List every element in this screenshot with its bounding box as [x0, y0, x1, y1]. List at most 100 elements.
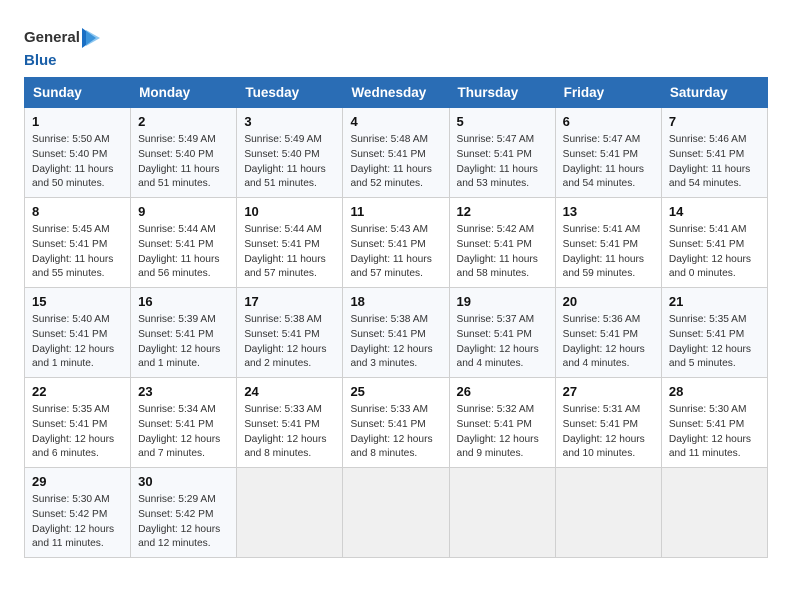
day-number: 12	[457, 203, 548, 222]
calendar-week-row: 22Sunrise: 5:35 AMSunset: 5:41 PMDayligh…	[25, 378, 768, 468]
weekday-header-sunday: Sunday	[25, 78, 131, 108]
day-number: 1	[32, 113, 123, 132]
calendar-day-empty	[449, 468, 555, 558]
daylight-info: Daylight: 12 hours and 4 minutes.	[457, 343, 548, 373]
calendar-day-16: 16Sunrise: 5:39 AMSunset: 5:41 PMDayligh…	[131, 288, 237, 378]
sunrise-info: Sunrise: 5:47 AM	[457, 133, 548, 148]
calendar-day-18: 18Sunrise: 5:38 AMSunset: 5:41 PMDayligh…	[343, 288, 449, 378]
weekday-header-monday: Monday	[131, 78, 237, 108]
calendar-day-19: 19Sunrise: 5:37 AMSunset: 5:41 PMDayligh…	[449, 288, 555, 378]
calendar-day-7: 7Sunrise: 5:46 AMSunset: 5:41 PMDaylight…	[661, 108, 767, 198]
day-number: 20	[563, 293, 654, 312]
daylight-info: Daylight: 11 hours and 52 minutes.	[350, 163, 441, 193]
sunset-info: Sunset: 5:41 PM	[138, 238, 229, 253]
sunrise-info: Sunrise: 5:37 AM	[457, 313, 548, 328]
calendar-day-empty	[237, 468, 343, 558]
sunset-info: Sunset: 5:41 PM	[138, 418, 229, 433]
sunset-info: Sunset: 5:42 PM	[138, 508, 229, 523]
daylight-info: Daylight: 11 hours and 51 minutes.	[244, 163, 335, 193]
daylight-info: Daylight: 12 hours and 9 minutes.	[457, 433, 548, 463]
daylight-info: Daylight: 12 hours and 0 minutes.	[669, 253, 760, 283]
day-number: 30	[138, 473, 229, 492]
daylight-info: Daylight: 11 hours and 50 minutes.	[32, 163, 123, 193]
daylight-info: Daylight: 12 hours and 11 minutes.	[669, 433, 760, 463]
calendar-day-empty	[555, 468, 661, 558]
sunset-info: Sunset: 5:41 PM	[457, 328, 548, 343]
calendar-day-28: 28Sunrise: 5:30 AMSunset: 5:41 PMDayligh…	[661, 378, 767, 468]
sunrise-info: Sunrise: 5:41 AM	[669, 223, 760, 238]
sunset-info: Sunset: 5:41 PM	[563, 328, 654, 343]
calendar-day-3: 3Sunrise: 5:49 AMSunset: 5:40 PMDaylight…	[237, 108, 343, 198]
day-number: 28	[669, 383, 760, 402]
daylight-info: Daylight: 11 hours and 58 minutes.	[457, 253, 548, 283]
weekday-header-saturday: Saturday	[661, 78, 767, 108]
calendar-day-17: 17Sunrise: 5:38 AMSunset: 5:41 PMDayligh…	[237, 288, 343, 378]
day-number: 15	[32, 293, 123, 312]
calendar-day-21: 21Sunrise: 5:35 AMSunset: 5:41 PMDayligh…	[661, 288, 767, 378]
day-number: 21	[669, 293, 760, 312]
day-number: 3	[244, 113, 335, 132]
calendar-day-6: 6Sunrise: 5:47 AMSunset: 5:41 PMDaylight…	[555, 108, 661, 198]
daylight-info: Daylight: 11 hours and 53 minutes.	[457, 163, 548, 193]
sunrise-info: Sunrise: 5:43 AM	[350, 223, 441, 238]
sunrise-info: Sunrise: 5:30 AM	[669, 403, 760, 418]
daylight-info: Daylight: 12 hours and 1 minute.	[32, 343, 123, 373]
calendar-day-10: 10Sunrise: 5:44 AMSunset: 5:41 PMDayligh…	[237, 198, 343, 288]
day-number: 13	[563, 203, 654, 222]
calendar-day-9: 9Sunrise: 5:44 AMSunset: 5:41 PMDaylight…	[131, 198, 237, 288]
calendar-day-26: 26Sunrise: 5:32 AMSunset: 5:41 PMDayligh…	[449, 378, 555, 468]
calendar-week-row: 8Sunrise: 5:45 AMSunset: 5:41 PMDaylight…	[25, 198, 768, 288]
calendar-day-30: 30Sunrise: 5:29 AMSunset: 5:42 PMDayligh…	[131, 468, 237, 558]
calendar-week-row: 15Sunrise: 5:40 AMSunset: 5:41 PMDayligh…	[25, 288, 768, 378]
calendar-week-row: 29Sunrise: 5:30 AMSunset: 5:42 PMDayligh…	[25, 468, 768, 558]
day-number: 5	[457, 113, 548, 132]
day-number: 2	[138, 113, 229, 132]
sunset-info: Sunset: 5:41 PM	[32, 328, 123, 343]
weekday-header-tuesday: Tuesday	[237, 78, 343, 108]
day-number: 24	[244, 383, 335, 402]
weekday-header-friday: Friday	[555, 78, 661, 108]
daylight-info: Daylight: 11 hours and 56 minutes.	[138, 253, 229, 283]
day-number: 22	[32, 383, 123, 402]
sunrise-info: Sunrise: 5:48 AM	[350, 133, 441, 148]
sunset-info: Sunset: 5:40 PM	[138, 148, 229, 163]
sunrise-info: Sunrise: 5:33 AM	[244, 403, 335, 418]
sunrise-info: Sunrise: 5:49 AM	[138, 133, 229, 148]
day-number: 9	[138, 203, 229, 222]
day-number: 17	[244, 293, 335, 312]
sunrise-info: Sunrise: 5:32 AM	[457, 403, 548, 418]
logo-triangle-icon	[82, 24, 100, 52]
daylight-info: Daylight: 12 hours and 5 minutes.	[669, 343, 760, 373]
calendar-day-23: 23Sunrise: 5:34 AMSunset: 5:41 PMDayligh…	[131, 378, 237, 468]
sunrise-info: Sunrise: 5:35 AM	[32, 403, 123, 418]
sunset-info: Sunset: 5:40 PM	[244, 148, 335, 163]
sunrise-info: Sunrise: 5:39 AM	[138, 313, 229, 328]
sunrise-info: Sunrise: 5:47 AM	[563, 133, 654, 148]
sunset-info: Sunset: 5:41 PM	[669, 418, 760, 433]
sunrise-info: Sunrise: 5:38 AM	[244, 313, 335, 328]
sunrise-info: Sunrise: 5:41 AM	[563, 223, 654, 238]
sunset-info: Sunset: 5:41 PM	[350, 328, 441, 343]
day-number: 10	[244, 203, 335, 222]
sunrise-info: Sunrise: 5:44 AM	[138, 223, 229, 238]
calendar-day-15: 15Sunrise: 5:40 AMSunset: 5:41 PMDayligh…	[25, 288, 131, 378]
sunrise-info: Sunrise: 5:45 AM	[32, 223, 123, 238]
calendar-day-12: 12Sunrise: 5:42 AMSunset: 5:41 PMDayligh…	[449, 198, 555, 288]
sunrise-info: Sunrise: 5:49 AM	[244, 133, 335, 148]
day-number: 11	[350, 203, 441, 222]
sunrise-info: Sunrise: 5:42 AM	[457, 223, 548, 238]
logo: General Blue	[24, 24, 100, 69]
calendar-day-22: 22Sunrise: 5:35 AMSunset: 5:41 PMDayligh…	[25, 378, 131, 468]
calendar-day-8: 8Sunrise: 5:45 AMSunset: 5:41 PMDaylight…	[25, 198, 131, 288]
sunset-info: Sunset: 5:41 PM	[350, 238, 441, 253]
day-number: 6	[563, 113, 654, 132]
daylight-info: Daylight: 11 hours and 55 minutes.	[32, 253, 123, 283]
sunset-info: Sunset: 5:40 PM	[32, 148, 123, 163]
daylight-info: Daylight: 12 hours and 7 minutes.	[138, 433, 229, 463]
sunset-info: Sunset: 5:41 PM	[669, 328, 760, 343]
daylight-info: Daylight: 11 hours and 54 minutes.	[563, 163, 654, 193]
daylight-info: Daylight: 11 hours and 51 minutes.	[138, 163, 229, 193]
calendar-day-27: 27Sunrise: 5:31 AMSunset: 5:41 PMDayligh…	[555, 378, 661, 468]
sunset-info: Sunset: 5:41 PM	[244, 238, 335, 253]
calendar-day-24: 24Sunrise: 5:33 AMSunset: 5:41 PMDayligh…	[237, 378, 343, 468]
